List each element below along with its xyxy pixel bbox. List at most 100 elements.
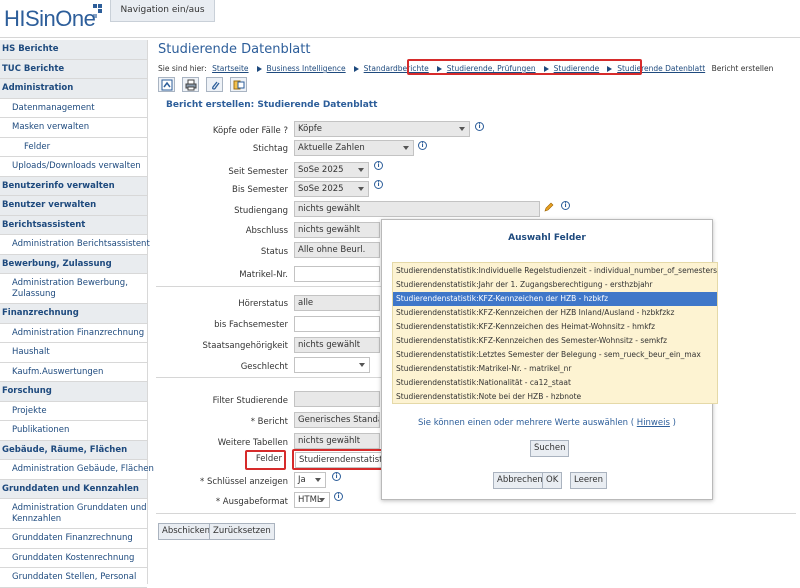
koepfe-select[interactable]: Köpfe [294, 121, 470, 137]
stichtag-select[interactable]: Aktuelle Zahlen [294, 140, 414, 156]
sidebar-item[interactable]: Grunddaten Stellen, Personal [0, 568, 147, 588]
info-icon[interactable]: i [475, 122, 484, 131]
weitere-tabellen-field[interactable]: nichts gewählt [294, 433, 380, 449]
hinweis-link[interactable]: Hinweis [637, 418, 670, 428]
sidebar-item[interactable]: Administration Gebäude, Flächen [0, 460, 154, 480]
navigation-toggle-button[interactable]: Navigation ein/aus [110, 0, 215, 22]
dialog-title: Auswahl Felder [508, 233, 586, 243]
seit-semester-label: Seit Semester [228, 167, 288, 177]
attach-icon[interactable] [205, 77, 223, 92]
sidebar-item[interactable]: Masken verwalten [0, 118, 147, 138]
suchen-button[interactable]: Suchen [530, 440, 570, 457]
info-icon[interactable]: i [332, 472, 341, 481]
geschlecht-select[interactable] [294, 357, 370, 373]
info-icon[interactable]: i [334, 492, 343, 501]
form-title: Bericht erstellen: Studierende Datenblat… [166, 100, 378, 110]
seit-semester-select[interactable]: SoSe 2025 [294, 162, 369, 178]
sidebar-category[interactable]: TUC Berichte [0, 59, 147, 79]
divider [156, 513, 796, 514]
sidebar-item[interactable]: Administration Grunddaten und Kennzahlen [0, 499, 147, 529]
sidebar-item[interactable]: Administration Bewerbung, Zulassung [0, 274, 147, 304]
breadcrumb-prefix: Sie sind hier: [158, 64, 207, 73]
sidebar-category[interactable]: Bewerbung, Zulassung [0, 254, 147, 274]
studiengang-label: Studiengang [234, 206, 288, 216]
info-icon[interactable]: i [561, 201, 570, 210]
sidebar-item[interactable]: Administration Finanzrechnung [0, 323, 147, 343]
felder-option[interactable]: Studierendenstatistik:KFZ-Kennzeichen de… [393, 292, 717, 306]
ausgabeformat-select[interactable]: HTML [294, 492, 330, 508]
bericht-label: * Bericht [250, 417, 288, 427]
felder-option[interactable]: Studierendenstatistik:Note bei der HZB -… [393, 390, 717, 404]
bis-semester-select[interactable]: SoSe 2025 [294, 181, 369, 197]
divider [156, 377, 381, 378]
felder-option[interactable]: Studierendenstatistik:Letztes Semester d… [393, 348, 717, 362]
leeren-button[interactable]: Leeren [570, 472, 607, 489]
sidebar-category[interactable]: Forschung [0, 382, 147, 402]
sidebar-item[interactable]: Felder [0, 137, 147, 157]
geschlecht-label: Geschlecht [240, 362, 288, 372]
breadcrumb-startseite[interactable]: Startseite [212, 64, 248, 73]
sidebar-category[interactable]: Berichtsassistent [0, 215, 147, 235]
felder-option[interactable]: Studierendenstatistik:KFZ-Kennzeichen de… [393, 306, 717, 320]
felder-option[interactable]: Studierendenstatistik:Matrikel-Nr. - mat… [393, 362, 717, 376]
felder-option[interactable]: Studierendenstatistik:Jahr der 1. Zugang… [393, 278, 717, 292]
sidebar-category[interactable]: Benutzerinfo verwalten [0, 176, 147, 196]
sidebar-item[interactable]: Grunddaten Finanzrechnung [0, 529, 147, 549]
bis-fachsemester-input[interactable] [294, 316, 380, 332]
export-icon[interactable] [229, 77, 247, 92]
info-icon[interactable]: i [418, 141, 427, 150]
sidebar-item[interactable]: Uploads/Downloads verwalten [0, 157, 147, 177]
zuruecksetzen-button[interactable]: Zurücksetzen [209, 523, 275, 540]
abbrechen-button[interactable]: Abbrechen [493, 472, 547, 489]
sidebar-category[interactable]: Grunddaten und Kennzahlen [0, 479, 147, 499]
info-icon[interactable]: i [374, 180, 383, 189]
felder-option[interactable]: Studierendenstatistik:KFZ-Kennzeichen de… [393, 320, 717, 334]
breadcrumb-business-intelligence[interactable]: Business Intelligence [267, 64, 346, 73]
sidebar-item[interactable]: Projekte [0, 401, 147, 421]
sidebar-item[interactable]: Publikationen [0, 421, 147, 441]
info-icon[interactable]: i [374, 161, 383, 170]
hisinone-logo[interactable]: HISinOne [4, 6, 96, 32]
sidebar-category[interactable]: Administration [0, 79, 147, 99]
ok-button[interactable]: OK [542, 472, 563, 489]
filter-field[interactable] [294, 391, 380, 407]
hoererstatus-field[interactable]: alle [294, 295, 380, 311]
sidebar-item[interactable]: Datenmanagement [0, 98, 147, 118]
status-field[interactable]: Alle ohne Beurl. [294, 242, 380, 258]
felder-option[interactable]: Studierendenstatistik:Nationalität - ca1… [393, 376, 717, 390]
staatsangehoerigkeit-field[interactable]: nichts gewählt [294, 337, 380, 353]
pencil-icon[interactable] [544, 202, 554, 212]
breadcrumb-arrow-icon [353, 66, 359, 72]
bericht-field[interactable]: Generisches Standard [294, 412, 380, 428]
sidebar-item[interactable]: Grunddaten Kostenrechnung [0, 548, 147, 568]
page-title: Studierende Datenblatt [158, 42, 311, 57]
felder-field[interactable]: Studierendenstatistik: [295, 452, 383, 468]
sidebar-category[interactable]: Gebäude, Räume, Flächen [0, 440, 147, 460]
schluessel-select[interactable]: Ja [294, 472, 326, 488]
divider [156, 286, 381, 287]
felder-option[interactable]: Studierendenstatistik:Individuelle Regel… [393, 264, 717, 278]
felder-option[interactable]: Studierendenstatistik:KFZ-Kennzeichen de… [393, 334, 717, 348]
matrikel-input[interactable] [294, 266, 380, 282]
sidebar-item[interactable]: Administration Berichtsassistent [0, 235, 150, 255]
print-icon[interactable] [181, 77, 199, 92]
sidebar-item[interactable]: Kaufm.Auswertungen [0, 362, 147, 382]
studiengang-field[interactable]: nichts gewählt [294, 201, 540, 217]
stichtag-label: Stichtag [252, 144, 288, 154]
sidebar-category[interactable]: Finanzrechnung [0, 304, 147, 324]
sidebar-item[interactable]: Haushalt [0, 343, 147, 363]
abschicken-button[interactable]: Abschicken [158, 523, 214, 540]
sidebar-category[interactable]: HS Berichte [0, 40, 147, 60]
abschluss-field[interactable]: nichts gewählt [294, 222, 380, 238]
sidebar-category[interactable]: Benutzer verwalten [0, 196, 147, 216]
sidebar: HS Berichte TUC Berichte Administration Dat… [0, 40, 154, 588]
schluessel-label: * Schlüssel anzeigen [200, 477, 288, 487]
felder-listbox[interactable]: Studierendenstatistik:Individuelle Regel… [392, 262, 718, 404]
matrikel-label: Matrikel-Nr. [239, 270, 288, 280]
dialog-hint: Sie können einen oder mehrere Werte ausw… [382, 418, 712, 428]
weitere-tabellen-label: Weitere Tabellen [217, 438, 288, 448]
status-label: Status [260, 247, 288, 257]
abschluss-label: Abschluss [245, 226, 288, 236]
report-icon[interactable] [158, 77, 175, 92]
bis-fachsemester-label: bis Fachsemester [214, 320, 288, 330]
